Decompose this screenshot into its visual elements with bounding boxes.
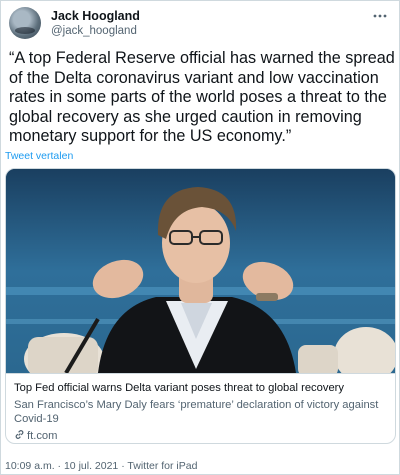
tweet-meta: 10:09 a.m. · 10 jul. 2021 · Twitter for … (5, 460, 197, 472)
card-domain[interactable]: ft.com (14, 429, 57, 442)
meta-separator-2: · (121, 460, 125, 472)
author-handle[interactable]: @jack_hoogland (51, 25, 137, 37)
tweet-date[interactable]: 10 jul. 2021 (64, 460, 118, 472)
link-icon (14, 429, 25, 440)
tweet-header: Jack Hoogland @jack_hoogland (9, 5, 393, 41)
card-title[interactable]: Top Fed official warns Delta variant pos… (14, 382, 344, 394)
card-description: San Francisco’s Mary Daly fears ‘prematu… (14, 399, 379, 425)
avatar[interactable] (9, 7, 41, 39)
translate-link[interactable]: Tweet vertalen (5, 150, 73, 162)
card-domain-text: ft.com (27, 430, 58, 442)
author-name[interactable]: Jack Hoogland (51, 9, 140, 23)
link-card[interactable]: Top Fed official warns Delta variant pos… (5, 168, 396, 444)
card-image[interactable] (6, 169, 395, 373)
tweet-container: Jack Hoogland @jack_hoogland “A top Fede… (0, 0, 400, 475)
tweet-text: “A top Federal Reserve official has warn… (9, 49, 395, 145)
tweet-source[interactable]: Twitter for iPad (127, 460, 197, 472)
card-photo-illustration (6, 169, 395, 373)
card-text[interactable]: Top Fed official warns Delta variant pos… (6, 373, 395, 443)
meta-separator: · (57, 460, 62, 472)
tweet-time[interactable]: 10:09 a.m. (5, 460, 55, 472)
more-icon[interactable] (371, 7, 389, 25)
